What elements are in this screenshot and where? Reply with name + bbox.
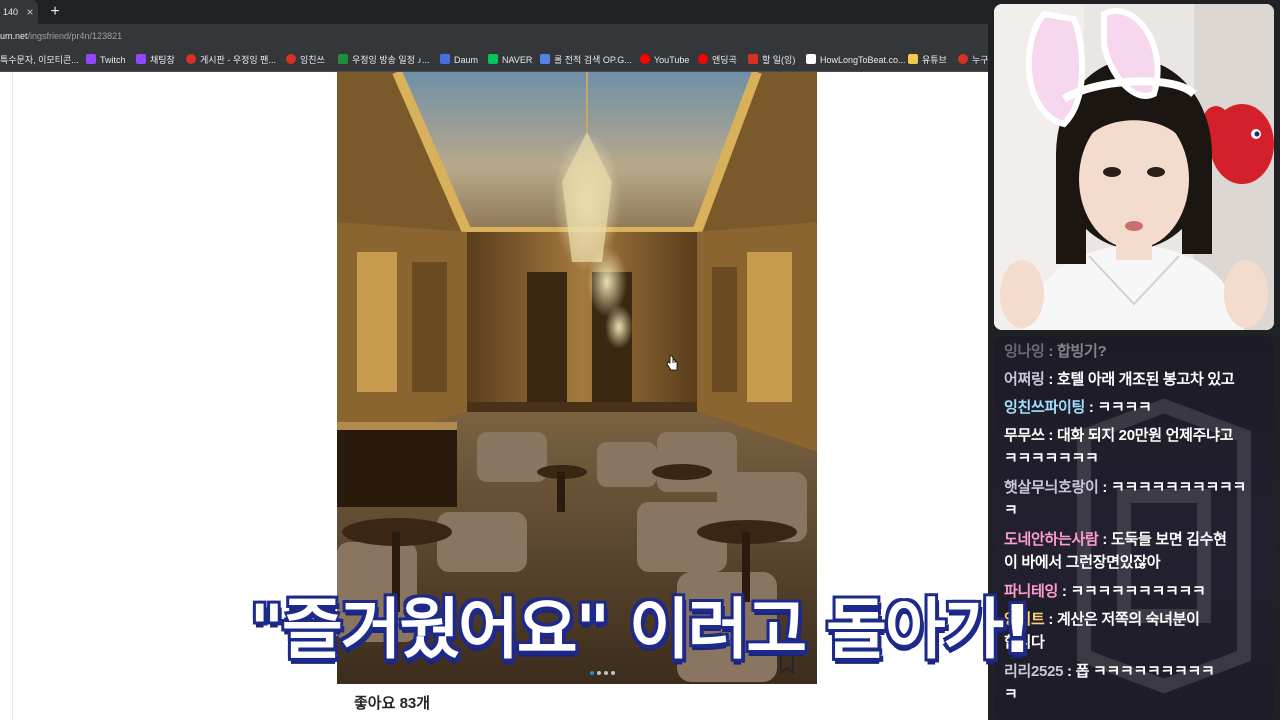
- bookmark-label: 앤딩곡: [712, 55, 737, 65]
- tab-title: 140: [3, 7, 19, 17]
- bookmark-item[interactable]: 할 일(잉): [748, 53, 795, 67]
- bookmark-label: NAVER: [502, 55, 533, 65]
- bookmark-label: 채팅창: [150, 55, 175, 65]
- chat-nickname[interactable]: 잉나잉: [1004, 343, 1045, 360]
- no-entry-icon: [286, 54, 296, 64]
- bookmark-item[interactable]: Twitch: [86, 53, 126, 67]
- chat-message: 도네안하는사람 : 도둑들 보면 김수현이 바에서 그런장면있잖아: [1004, 528, 1266, 574]
- bookmark-label: 누구: [972, 55, 988, 65]
- hltb-icon: [806, 54, 816, 64]
- bookmark-label: 잉친쓰: [300, 55, 325, 65]
- bookmark-label: 우정잉 방송 일정 ♪...: [352, 55, 430, 65]
- subtitle-caption: "즐거웠어요" 이러고 돌아가!: [0, 576, 1280, 672]
- bookmark-item[interactable]: 누구: [958, 53, 988, 67]
- likes-count: 좋아요 83개: [354, 695, 431, 712]
- twitch-icon: [136, 54, 146, 64]
- tab-strip: 140 × +: [0, 0, 988, 24]
- chat-message: 잉친쓰파이팅 : ㅋㅋㅋㅋ: [1004, 396, 1266, 419]
- chat-text-continued: 이 바에서 그런장면있잖아: [1004, 554, 1161, 571]
- chat-text: : 호텔 아래 개조된 봉고차 있고: [1044, 371, 1235, 388]
- no-entry-icon: [958, 54, 968, 64]
- bookmark-item[interactable]: HowLongToBeat.co...: [806, 53, 906, 67]
- no-entry-icon: [186, 54, 196, 64]
- chat-text-continued: ㅋ: [1004, 686, 1018, 703]
- chat-text-continued: ㅋ: [1004, 502, 1018, 519]
- bookmark-item[interactable]: NAVER: [488, 53, 532, 67]
- youtube-icon: [640, 54, 650, 64]
- url-text[interactable]: um.net/ingsfriend/pr4n/123821: [0, 29, 122, 43]
- bookmark-label: 유튜브: [922, 55, 947, 65]
- bookmark-label: 특수문자, 이모티콘...: [0, 55, 79, 65]
- chat-message: 무무쓰 : 대화 되지 20만원 언제주냐고 ㅋㅋㅋㅋㅋㅋㅋ: [1004, 424, 1266, 470]
- chat-text: : 도둑들 보면 김수현: [1098, 531, 1227, 548]
- chat-text: : 합빙기?: [1044, 343, 1107, 360]
- new-tab-button[interactable]: +: [46, 2, 64, 22]
- chat-nickname[interactable]: 무무쓰: [1004, 427, 1045, 444]
- bookmark-item[interactable]: 롤 전적 검색 OP.G...: [540, 53, 632, 67]
- bookmark-label: 롤 전적 검색 OP.G...: [554, 55, 632, 65]
- bookmark-item[interactable]: Daum: [440, 53, 478, 67]
- stream-frame: 140 × + um.net/ingsfriend/pr4n/123821 특수…: [0, 0, 1280, 720]
- hand-cursor-icon: [666, 355, 678, 371]
- chat-nickname[interactable]: 도네안하는사람: [1004, 531, 1099, 548]
- chat-message: 어쩌링 : 호텔 아래 개조된 봉고차 있고: [1004, 368, 1266, 391]
- tab-close-icon[interactable]: ×: [24, 4, 36, 20]
- caption-text: "즐거웠어요" 이러고 돌아가!: [248, 590, 1034, 670]
- chat-text: : ㅋㅋㅋㅋ: [1085, 399, 1152, 416]
- bookmark-item[interactable]: 잉친쓰: [286, 53, 325, 67]
- bookmark-item[interactable]: 채팅창: [136, 53, 175, 67]
- webcam-feed: [994, 4, 1274, 330]
- bookmark-item[interactable]: 앤딩곡: [698, 53, 737, 67]
- twitch-icon: [86, 54, 96, 64]
- bookmark-item[interactable]: 우정잉 방송 일정 ♪...: [338, 53, 429, 67]
- bookmark-label: Daum: [454, 55, 479, 65]
- streamer-webcam-image: [994, 4, 1274, 330]
- chat-text: : ㅋㅋㅋㅋㅋㅋㅋㅋㅋㅋ: [1098, 479, 1246, 496]
- youtube-icon: [698, 54, 708, 64]
- pin-icon: [748, 54, 758, 64]
- chat-text: : 대화 되지 20만원 언제주냐고: [1044, 427, 1234, 444]
- chat-nickname[interactable]: 어쩌링: [1004, 371, 1045, 388]
- plus-icon: [338, 54, 348, 64]
- chat-nickname[interactable]: 잉친쓰파이팅: [1004, 399, 1085, 416]
- bookmark-item[interactable]: 특수문자, 이모티콘...: [0, 53, 79, 67]
- opgg-icon: [540, 54, 550, 64]
- bookmarks-bar: 특수문자, 이모티콘... Twitch 채팅창 게시판 - 우정잉 팬... 잉친쓰 우…: [0, 48, 988, 72]
- naver-icon: [488, 54, 498, 64]
- folder-icon: [908, 54, 918, 64]
- bookmark-label: 게시판 - 우정잉 팬...: [200, 55, 276, 65]
- chat-text-continued: ㅋㅋㅋㅋㅋㅋㅋ: [1004, 450, 1099, 467]
- url-host: um.net: [0, 31, 28, 41]
- browser-tab[interactable]: 140 ×: [0, 0, 38, 24]
- chat-message: 잉나잉 : 합빙기?: [1004, 340, 1266, 363]
- bookmark-label: HowLongToBeat.co...: [820, 55, 906, 65]
- bookmark-label: Twitch: [100, 55, 126, 65]
- bookmark-label: 할 일(잉): [762, 55, 796, 65]
- bookmark-item[interactable]: YouTube: [640, 53, 689, 67]
- bookmark-label: YouTube: [654, 55, 690, 65]
- daum-icon: [440, 54, 450, 64]
- address-bar[interactable]: um.net/ingsfriend/pr4n/123821: [0, 24, 988, 48]
- chat-message: 햇살무늬호랑이 : ㅋㅋㅋㅋㅋㅋㅋㅋㅋㅋㅋ: [1004, 476, 1266, 522]
- chat-nickname[interactable]: 햇살무늬호랑이: [1004, 479, 1099, 496]
- bookmark-item[interactable]: 게시판 - 우정잉 팬...: [186, 53, 276, 67]
- url-path: /ingsfriend/pr4n/123821: [27, 31, 123, 41]
- bookmark-item[interactable]: 유튜브: [908, 53, 947, 67]
